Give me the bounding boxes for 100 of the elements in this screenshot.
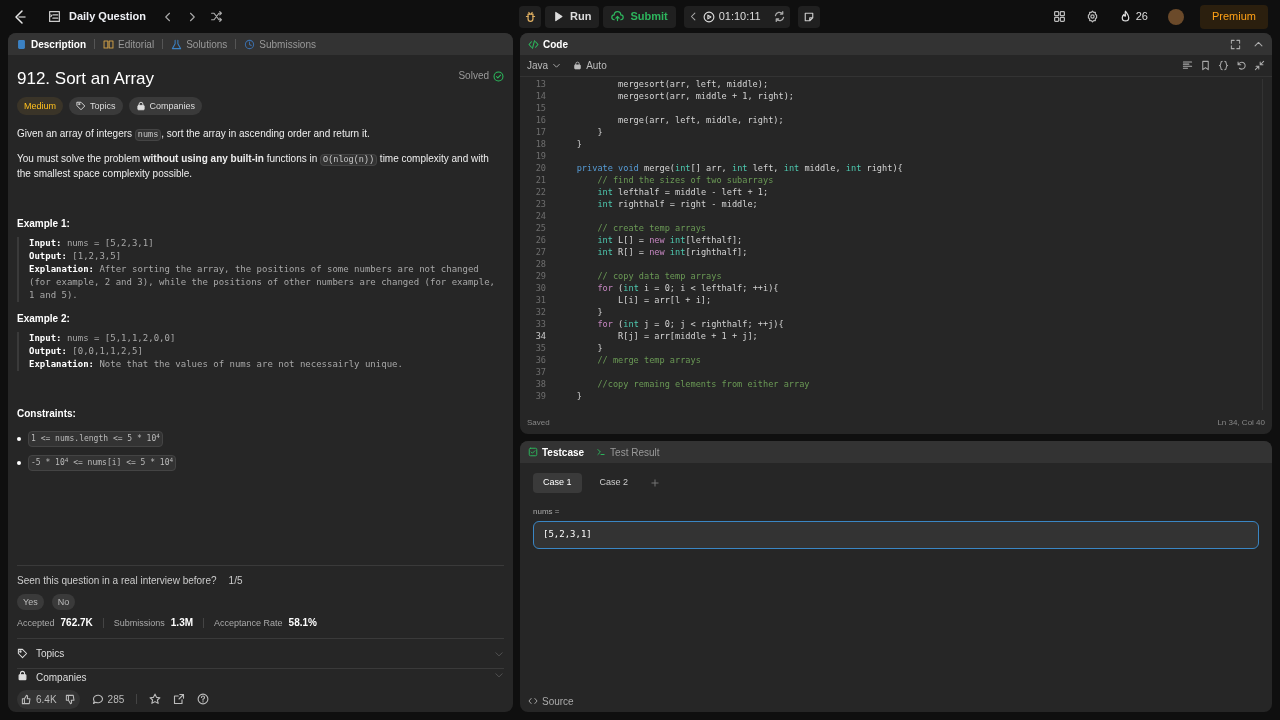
stat-value: 762.7K [60, 616, 93, 630]
lock-icon [17, 670, 28, 681]
streak-button[interactable]: 26 [1118, 8, 1148, 25]
lock-icon [135, 101, 146, 111]
line-number: 28 [534, 258, 546, 270]
debug-button[interactable] [519, 5, 541, 28]
code-line: int R[] = new int[righthalf]; [596, 246, 748, 258]
line-number: 27 [534, 246, 546, 258]
section-toggle[interactable]: Companies [17, 669, 504, 686]
help-icon[interactable] [197, 693, 210, 705]
stat-label: Submissions [113, 617, 165, 630]
reset-icon[interactable] [772, 10, 786, 23]
thumbs-down-icon[interactable] [64, 693, 76, 705]
example-line: Output: [0,0,1,1,2,5] [29, 345, 144, 358]
format-icon[interactable] [1182, 60, 1193, 71]
cloud-upload-icon [611, 10, 625, 23]
code-line: mergesort(arr, left, middle); [617, 78, 769, 90]
star-icon[interactable] [149, 693, 162, 705]
answer-button[interactable]: Yes [17, 594, 44, 610]
line-number: 15 [534, 102, 546, 114]
tab[interactable]: Test Result [596, 444, 660, 460]
bug-icon [523, 10, 537, 23]
line-number: 24 [534, 210, 546, 222]
code-line: // merge temp arrays [596, 354, 701, 366]
interview-count: 1/5 [228, 574, 243, 588]
book-icon [103, 38, 114, 50]
tab[interactable]: Description [16, 36, 86, 52]
lock-icon [573, 61, 583, 70]
line-number: 37 [534, 366, 546, 378]
line-number: 29 [534, 270, 546, 282]
tab[interactable]: Editorial [103, 36, 155, 52]
braces-icon[interactable] [1218, 60, 1229, 71]
tag-button[interactable]: Topics [69, 97, 123, 115]
parameter-label: nums = [533, 506, 561, 518]
stat-value: 58.1% [288, 616, 317, 630]
example-line: Output: [1,2,3,5] [29, 250, 123, 263]
play-icon [553, 11, 564, 22]
tab[interactable]: Solutions [171, 36, 228, 52]
settings-icon[interactable] [1085, 10, 1099, 23]
line-number: 17 [534, 126, 546, 138]
code-line: //copy remaing elements from either array [596, 378, 810, 390]
tab[interactable]: Testcase [528, 444, 585, 460]
example-heading: Example 1: [17, 217, 71, 231]
code-line: for (int i = 0; i < lefthalf; ++i){ [596, 282, 779, 294]
code-line: for (int j = 0; j < righthalf; ++j){ [596, 318, 784, 330]
language-dropdown[interactable]: Java [527, 58, 562, 73]
notes-button[interactable] [797, 5, 820, 28]
undo-icon[interactable] [1236, 60, 1247, 71]
example-line: Input: nums = [5,2,3,1] [29, 237, 155, 250]
plus-icon[interactable] [650, 478, 661, 488]
case-tab[interactable]: Case 1 [533, 473, 582, 493]
grid-icon[interactable] [1052, 10, 1066, 23]
premium-button[interactable]: Premium [1200, 4, 1268, 29]
stat-label: Accepted [17, 617, 55, 630]
source-button[interactable]: Source [528, 693, 574, 709]
line-number: 35 [534, 342, 546, 354]
document-icon [16, 38, 27, 50]
tag-button[interactable]: Companies [128, 97, 203, 115]
stat-value: 1.3M [170, 616, 194, 630]
submit-button[interactable]: Submit [603, 5, 676, 28]
line-number: 32 [534, 306, 546, 318]
tab[interactable]: Submissions [244, 36, 316, 52]
daily-question-button[interactable]: Daily Question [48, 8, 147, 25]
line-number: 22 [534, 186, 546, 198]
check-circle-icon [493, 70, 504, 82]
line-number: 38 [534, 378, 546, 390]
run-button[interactable]: Run [545, 5, 600, 28]
comment-icon [91, 693, 104, 705]
save-status: Saved [527, 417, 550, 429]
case-tab[interactable]: Case 2 [589, 473, 639, 493]
interview-question: Seen this question in a real interview before? [17, 574, 217, 588]
input-field[interactable]: [5,2,3,1] [533, 521, 1259, 549]
line-number: 26 [534, 234, 546, 246]
collapse-icon[interactable] [1254, 60, 1265, 71]
comments-button[interactable]: 285 [91, 691, 125, 707]
example-heading: Example 2: [17, 312, 71, 326]
code-line: merge(arr, left, middle, right); [617, 114, 784, 126]
line-number: 20 [534, 162, 546, 174]
maximize-icon[interactable] [1230, 38, 1241, 50]
answer-button[interactable]: No [51, 594, 76, 610]
solved-status: Solved [458, 69, 489, 83]
share-icon[interactable] [173, 693, 186, 705]
example-line: Explanation: Note that the values of nums are not necessairly unique. [29, 358, 404, 371]
difficulty-badge: Medium [17, 97, 63, 115]
line-number: 16 [534, 114, 546, 126]
line-number: 19 [534, 150, 546, 162]
note-icon [802, 10, 815, 23]
play-circle-icon [702, 10, 715, 23]
bullet [17, 461, 21, 465]
stat-label: Acceptance Rate [214, 617, 283, 630]
code-line: // copy data temp arrays [596, 270, 722, 282]
section-toggle[interactable]: Topics [17, 639, 504, 669]
example-line: Explanation: After sorting the array, the positions of some numbers are not changed (for example, 2 and 3), while the positions of other numbers are changed (for example, 1 and 5). [29, 263, 496, 302]
code-line: R[j] = arr[middle + 1 + j]; [617, 330, 758, 342]
cursor-position: Ln 34, Col 40 [1217, 417, 1265, 429]
list-icon [48, 10, 61, 23]
code-line: } [575, 138, 582, 150]
line-number: 33 [534, 318, 546, 330]
shuffle-icon[interactable] [210, 10, 224, 23]
bookmark-icon[interactable] [1200, 60, 1211, 71]
